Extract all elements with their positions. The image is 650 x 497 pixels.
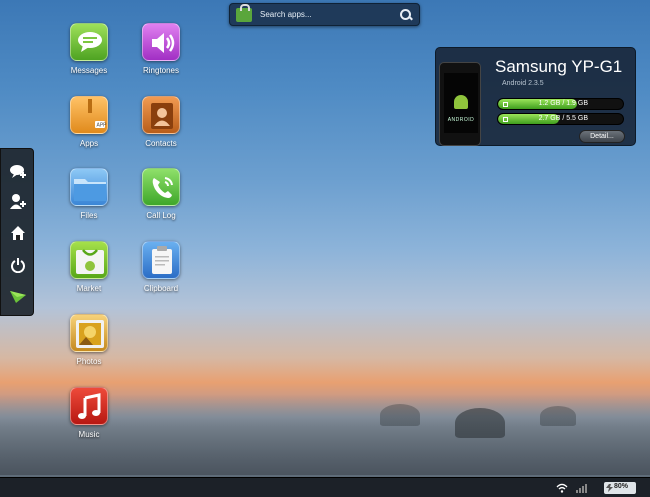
home-icon[interactable]	[8, 223, 28, 243]
sd-card-storage-bar: 2.7 GB / 5.5 GB	[497, 113, 624, 125]
folder-icon	[70, 168, 108, 206]
phone-screen-label: ANDROID	[447, 117, 475, 123]
phone-icon	[142, 168, 180, 206]
tree-silhouette	[455, 408, 505, 438]
battery-icon	[606, 484, 613, 492]
speaker-icon	[142, 23, 180, 61]
add-contact-icon[interactable]	[8, 191, 28, 211]
app-label: Clipboard	[143, 284, 179, 293]
phone-image: ANDROID	[439, 62, 481, 146]
power-icon[interactable]	[8, 255, 28, 275]
app-label: Ringtones	[142, 66, 180, 75]
device-name: Samsung YP-G1	[495, 57, 623, 76]
app-label: Call Log	[146, 211, 176, 220]
wifi-icon	[556, 483, 568, 495]
detail-button[interactable]: Detail...	[579, 130, 625, 143]
app-contacts[interactable]: Contacts	[131, 96, 191, 148]
contacts-icon	[142, 96, 180, 134]
app-files[interactable]: Files	[59, 168, 119, 220]
signal-icon	[576, 482, 590, 495]
new-message-icon[interactable]	[8, 161, 28, 181]
device-info-panel: ANDROID Samsung YP-G1 Android 2.3.5 1.2 …	[435, 47, 636, 146]
side-toolbar	[0, 148, 34, 316]
status-bar: 80%	[0, 477, 650, 497]
app-apps[interactable]: APP Apps	[59, 96, 119, 148]
tree-silhouette	[380, 404, 420, 426]
android-version: Android 2.3.5	[502, 80, 544, 87]
app-clipboard[interactable]: Clipboard	[131, 241, 191, 293]
battery-indicator: 80%	[604, 482, 636, 494]
battery-level: 80%	[614, 483, 629, 490]
tree-silhouette	[540, 406, 576, 426]
svg-text:APP: APP	[97, 123, 108, 129]
app-label: Music	[78, 430, 100, 439]
airdroid-logo-icon[interactable]	[8, 287, 28, 307]
photo-icon	[70, 314, 108, 352]
app-label: Files	[80, 211, 98, 220]
app-label: Messages	[70, 66, 108, 75]
market-bag-icon	[236, 3, 252, 22]
clipboard-icon	[142, 241, 180, 279]
search-input[interactable]: Search apps...	[260, 10, 399, 19]
market-icon	[70, 241, 108, 279]
app-label: Photos	[76, 357, 102, 366]
app-photos[interactable]: Photos	[59, 314, 119, 366]
search-bar[interactable]: Search apps...	[229, 3, 420, 26]
app-label: Market	[76, 284, 102, 293]
messages-icon	[70, 23, 108, 61]
app-label: Apps	[79, 139, 99, 148]
music-note-icon	[70, 387, 108, 425]
app-messages[interactable]: Messages	[59, 23, 119, 75]
app-market[interactable]: Market	[59, 241, 119, 293]
android-robot-icon	[454, 95, 468, 109]
app-label: Contacts	[145, 139, 177, 148]
storage-text: 2.7 GB / 5.5 GB	[538, 115, 588, 122]
app-box-icon: APP	[70, 96, 108, 134]
storage-text: 1.2 GB / 1.9 GB	[538, 100, 588, 107]
internal-storage-bar: 1.2 GB / 1.9 GB	[497, 98, 624, 110]
app-call-log[interactable]: Call Log	[131, 168, 191, 220]
app-music[interactable]: Music	[59, 387, 119, 439]
search-icon[interactable]	[399, 8, 413, 22]
app-ringtones[interactable]: Ringtones	[131, 23, 191, 75]
